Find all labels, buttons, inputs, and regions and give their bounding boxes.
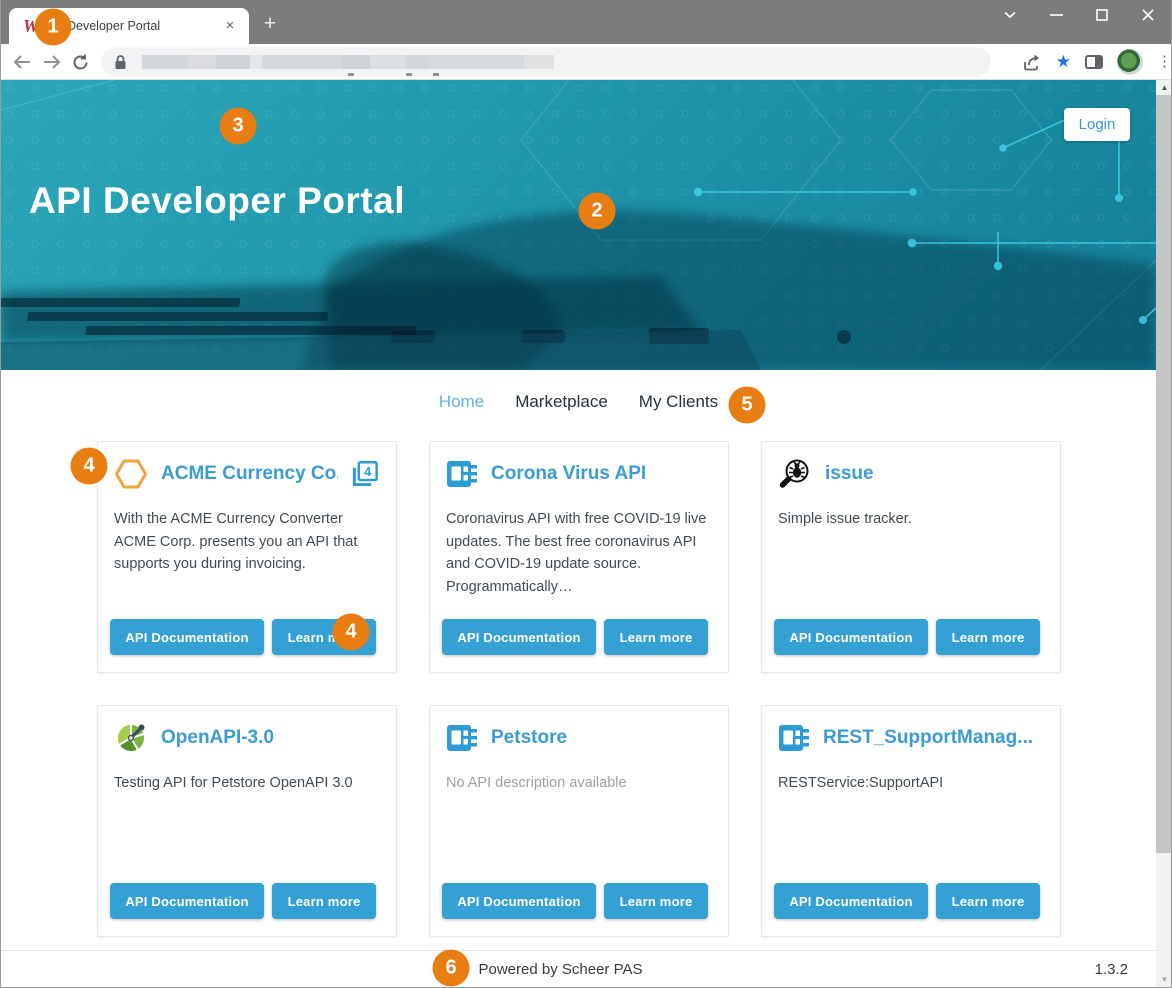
card-title: Corona Virus API [491,463,712,485]
api-documentation-button[interactable]: API Documentation [774,619,928,655]
api-documentation-button[interactable]: API Documentation [110,883,264,919]
callout-badge: 4 [71,448,108,485]
back-icon[interactable] [9,49,35,75]
card-description: No API description available [446,772,712,795]
portal-title: API Developer Portal [29,180,405,222]
scrollbar-thumb[interactable] [1156,95,1172,853]
callout-badge: 1 [35,9,72,46]
hero-artwork [1,80,1156,370]
forward-icon[interactable] [39,49,65,75]
card-title: OpenAPI-3.0 [161,727,380,749]
hero-banner: API Developer Portal Login [1,80,1156,370]
learn-more-button[interactable]: Learn more [604,883,708,919]
vertical-scrollbar[interactable]: ▲ ▼ [1156,80,1172,988]
bookmark-star-icon[interactable]: ★ [1056,52,1071,72]
api-card-rest-supportmanager: REST_SupportManag... RESTService:Support… [761,705,1061,937]
learn-more-button[interactable]: Learn more [936,883,1040,919]
new-tab-button[interactable]: + [259,14,281,36]
api-documentation-button[interactable]: API Documentation [774,883,928,919]
api-documentation-button[interactable]: API Documentation [442,619,596,655]
window-controls [987,0,1171,30]
reload-icon[interactable] [67,49,93,75]
tab-close-icon[interactable]: × [221,17,239,35]
svg-text:4: 4 [364,464,372,479]
api-card-openapi: OpenAPI-3.0 Testing API for Petstore Ope… [97,705,397,937]
page-footer: Powered by Scheer PAS 1.3.2 [1,950,1156,988]
share-icon[interactable] [1022,53,1042,71]
card-title: REST_SupportManag... [823,727,1044,749]
minimize-button[interactable] [1033,0,1079,30]
card-description: Testing API for Petstore OpenAPI 3.0 [114,772,380,795]
powered-by-text: Powered by Scheer PAS [479,961,643,978]
learn-more-button[interactable]: Learn more [272,883,376,919]
callout-badge: 3 [220,108,257,145]
bug-search-icon [778,458,812,490]
scroll-down-arrow-icon[interactable]: ▼ [1156,972,1172,988]
callout-badge: 2 [579,193,616,230]
nav-item-home[interactable]: Home [439,392,484,412]
card-title: ACME Currency Co... [161,463,338,485]
card-description: Coronavirus API with free COVID-19 live … [446,508,712,598]
hexagon-icon [114,457,148,491]
browser-window: W Developer Portal × + [0,0,1172,988]
address-bar[interactable] [101,47,991,77]
callout-badge: 6 [433,950,470,987]
card-description: RESTService:SupportAPI [778,772,1044,795]
learn-more-button[interactable]: Learn more [604,619,708,655]
version-number: 1.3.2 [1095,961,1128,978]
versions-icon: 4 [351,460,380,489]
redacted-url [142,55,554,69]
tab-strip: W Developer Portal × + [1,0,1171,44]
api-chip-icon [446,459,478,489]
nav-item-marketplace[interactable]: Marketplace [515,392,608,412]
api-card-issue: issue Simple issue tracker. API Document… [761,441,1061,673]
main-nav: Home Marketplace My Clients [1,392,1156,412]
scroll-up-arrow-icon[interactable]: ▲ [1156,80,1172,96]
card-description: With the ACME Currency Converter ACME Co… [114,508,380,576]
learn-more-button[interactable]: Learn more [936,619,1040,655]
tab-title: Developer Portal [67,19,221,33]
card-title: Petstore [491,727,712,749]
lock-icon [113,54,128,71]
callout-badge: 5 [729,387,766,424]
nav-item-my-clients[interactable]: My Clients [639,392,718,412]
callout-badge: 4 [333,614,370,651]
close-button[interactable] [1125,0,1171,30]
api-documentation-button[interactable]: API Documentation [110,619,264,655]
api-chip-icon [446,723,478,753]
api-card-corona-virus: Corona Virus API Coronavirus API with fr… [429,441,729,673]
login-button[interactable]: Login [1064,108,1130,141]
chevron-down-icon[interactable] [987,0,1033,30]
menu-dots-icon[interactable]: ⋮ [1157,57,1165,67]
maximize-button[interactable] [1079,0,1125,30]
browser-toolbar: ★ ⋮ [1,44,1171,80]
side-panel-icon[interactable] [1085,55,1103,69]
card-description: Simple issue tracker. [778,508,1044,531]
openapi-icon [114,721,148,755]
api-card-petstore: Petstore No API description available AP… [429,705,729,937]
api-documentation-button[interactable]: API Documentation [442,883,596,919]
api-chip-icon [778,723,810,753]
profile-avatar[interactable] [1117,49,1143,75]
card-title: issue [825,463,1044,485]
